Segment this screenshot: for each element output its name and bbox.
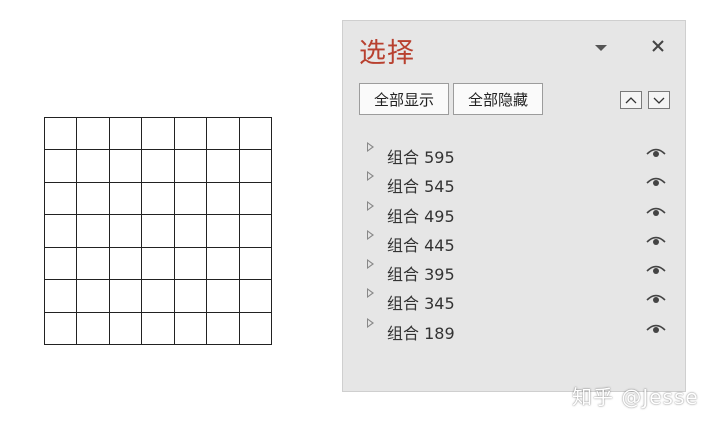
grid-cell — [239, 182, 272, 216]
grid-cell — [174, 247, 208, 281]
eye-icon[interactable] — [646, 146, 666, 160]
grid-cell — [109, 312, 143, 345]
grid-cell — [174, 215, 208, 248]
grid-cell — [45, 312, 78, 345]
grid-cell — [207, 312, 240, 345]
grid-cell — [142, 215, 175, 248]
object-list: 组合 595 组合 545 组合 495 组合 445 组合 395 组合 34… — [343, 137, 685, 343]
eye-icon[interactable] — [646, 292, 666, 306]
eye-icon[interactable] — [646, 263, 666, 277]
expand-triangle-icon[interactable] — [367, 317, 374, 328]
list-item[interactable]: 组合 495 — [343, 196, 685, 226]
grid-cell — [239, 247, 272, 281]
selection-pane: 选择 全部显示 全部隐藏 组合 595 组合 545 组合 495 组合 445… — [342, 20, 686, 392]
grid-cell — [207, 150, 240, 183]
list-item-label: 组合 595 — [387, 148, 455, 167]
close-icon[interactable] — [647, 35, 669, 57]
grid-cell — [109, 247, 143, 281]
expand-triangle-icon[interactable] — [367, 259, 374, 270]
grid-cell — [109, 280, 143, 313]
list-item[interactable]: 组合 445 — [343, 225, 685, 255]
expand-triangle-icon[interactable] — [367, 142, 374, 152]
grid-cell — [45, 215, 78, 248]
grid-cell — [109, 182, 143, 216]
grid-cell — [174, 150, 208, 183]
grid-cell — [239, 215, 272, 248]
grid-cell — [77, 312, 110, 345]
expand-triangle-icon[interactable] — [367, 229, 374, 240]
slide-canvas: 选择 全部显示 全部隐藏 组合 595 组合 545 组合 495 组合 445… — [0, 0, 720, 423]
grid-cell — [109, 118, 143, 151]
grid-cell — [142, 312, 175, 345]
grid-cell — [77, 215, 110, 248]
grid-cell — [109, 150, 143, 183]
grid-cell — [109, 215, 143, 248]
grid-cell — [77, 118, 110, 151]
arrow-up-icon — [625, 97, 637, 104]
show-all-button[interactable]: 全部显示 — [359, 83, 449, 115]
expand-triangle-icon[interactable] — [367, 171, 374, 182]
grid-cell — [45, 182, 78, 216]
watermark: 知乎 @Jesse — [572, 385, 699, 409]
arrow-down-icon — [653, 97, 665, 104]
expand-triangle-icon[interactable] — [367, 288, 374, 299]
grid-cell — [174, 312, 208, 345]
grid-cell — [207, 215, 240, 248]
grid-cell — [239, 312, 272, 345]
list-item-label: 组合 189 — [387, 323, 455, 343]
grid-cell — [239, 118, 272, 151]
hide-all-button[interactable]: 全部隐藏 — [453, 83, 543, 115]
grid-cell — [45, 118, 78, 151]
pane-title: 选择 — [359, 38, 415, 69]
eye-icon[interactable] — [646, 322, 666, 336]
grid-cell — [45, 150, 78, 183]
grid-cell — [142, 182, 175, 216]
grid-cell — [239, 280, 272, 313]
grid-cell — [207, 247, 240, 281]
grid-cell — [142, 247, 175, 281]
list-item-label: 组合 545 — [387, 177, 455, 197]
grid-table-shape[interactable] — [44, 117, 272, 345]
grid-cell — [142, 118, 175, 151]
list-item-label: 组合 395 — [387, 265, 455, 285]
list-item[interactable]: 组合 345 — [343, 283, 685, 314]
list-item-label: 组合 445 — [387, 235, 455, 255]
grid-cell — [174, 118, 208, 151]
grid-cell — [45, 280, 78, 313]
bring-forward-button[interactable] — [620, 91, 642, 109]
send-backward-button[interactable] — [648, 91, 670, 109]
grid-cell — [142, 280, 175, 313]
chevron-down-icon[interactable] — [595, 45, 607, 51]
grid-cell — [142, 150, 175, 183]
grid-cell — [77, 280, 110, 313]
list-item-label: 组合 345 — [387, 294, 455, 314]
grid-cell — [207, 118, 240, 151]
list-item-label: 组合 495 — [387, 206, 455, 226]
grid-cell — [239, 150, 272, 183]
list-item[interactable]: 组合 395 — [343, 254, 685, 285]
eye-icon[interactable] — [646, 175, 666, 189]
list-item[interactable]: 组合 545 — [343, 166, 685, 197]
grid-cell — [77, 182, 110, 216]
grid-cell — [207, 280, 240, 313]
grid-cell — [45, 247, 78, 281]
list-item[interactable]: 组合 595 — [343, 137, 685, 167]
grid-cell — [207, 182, 240, 216]
grid-cell — [77, 150, 110, 183]
grid-cell — [174, 182, 208, 216]
grid-cell — [77, 247, 110, 281]
grid-cell — [174, 280, 208, 313]
list-item[interactable]: 组合 189 — [343, 313, 685, 343]
eye-icon[interactable] — [646, 234, 666, 248]
expand-triangle-icon[interactable] — [367, 200, 374, 211]
eye-icon[interactable] — [646, 205, 666, 219]
